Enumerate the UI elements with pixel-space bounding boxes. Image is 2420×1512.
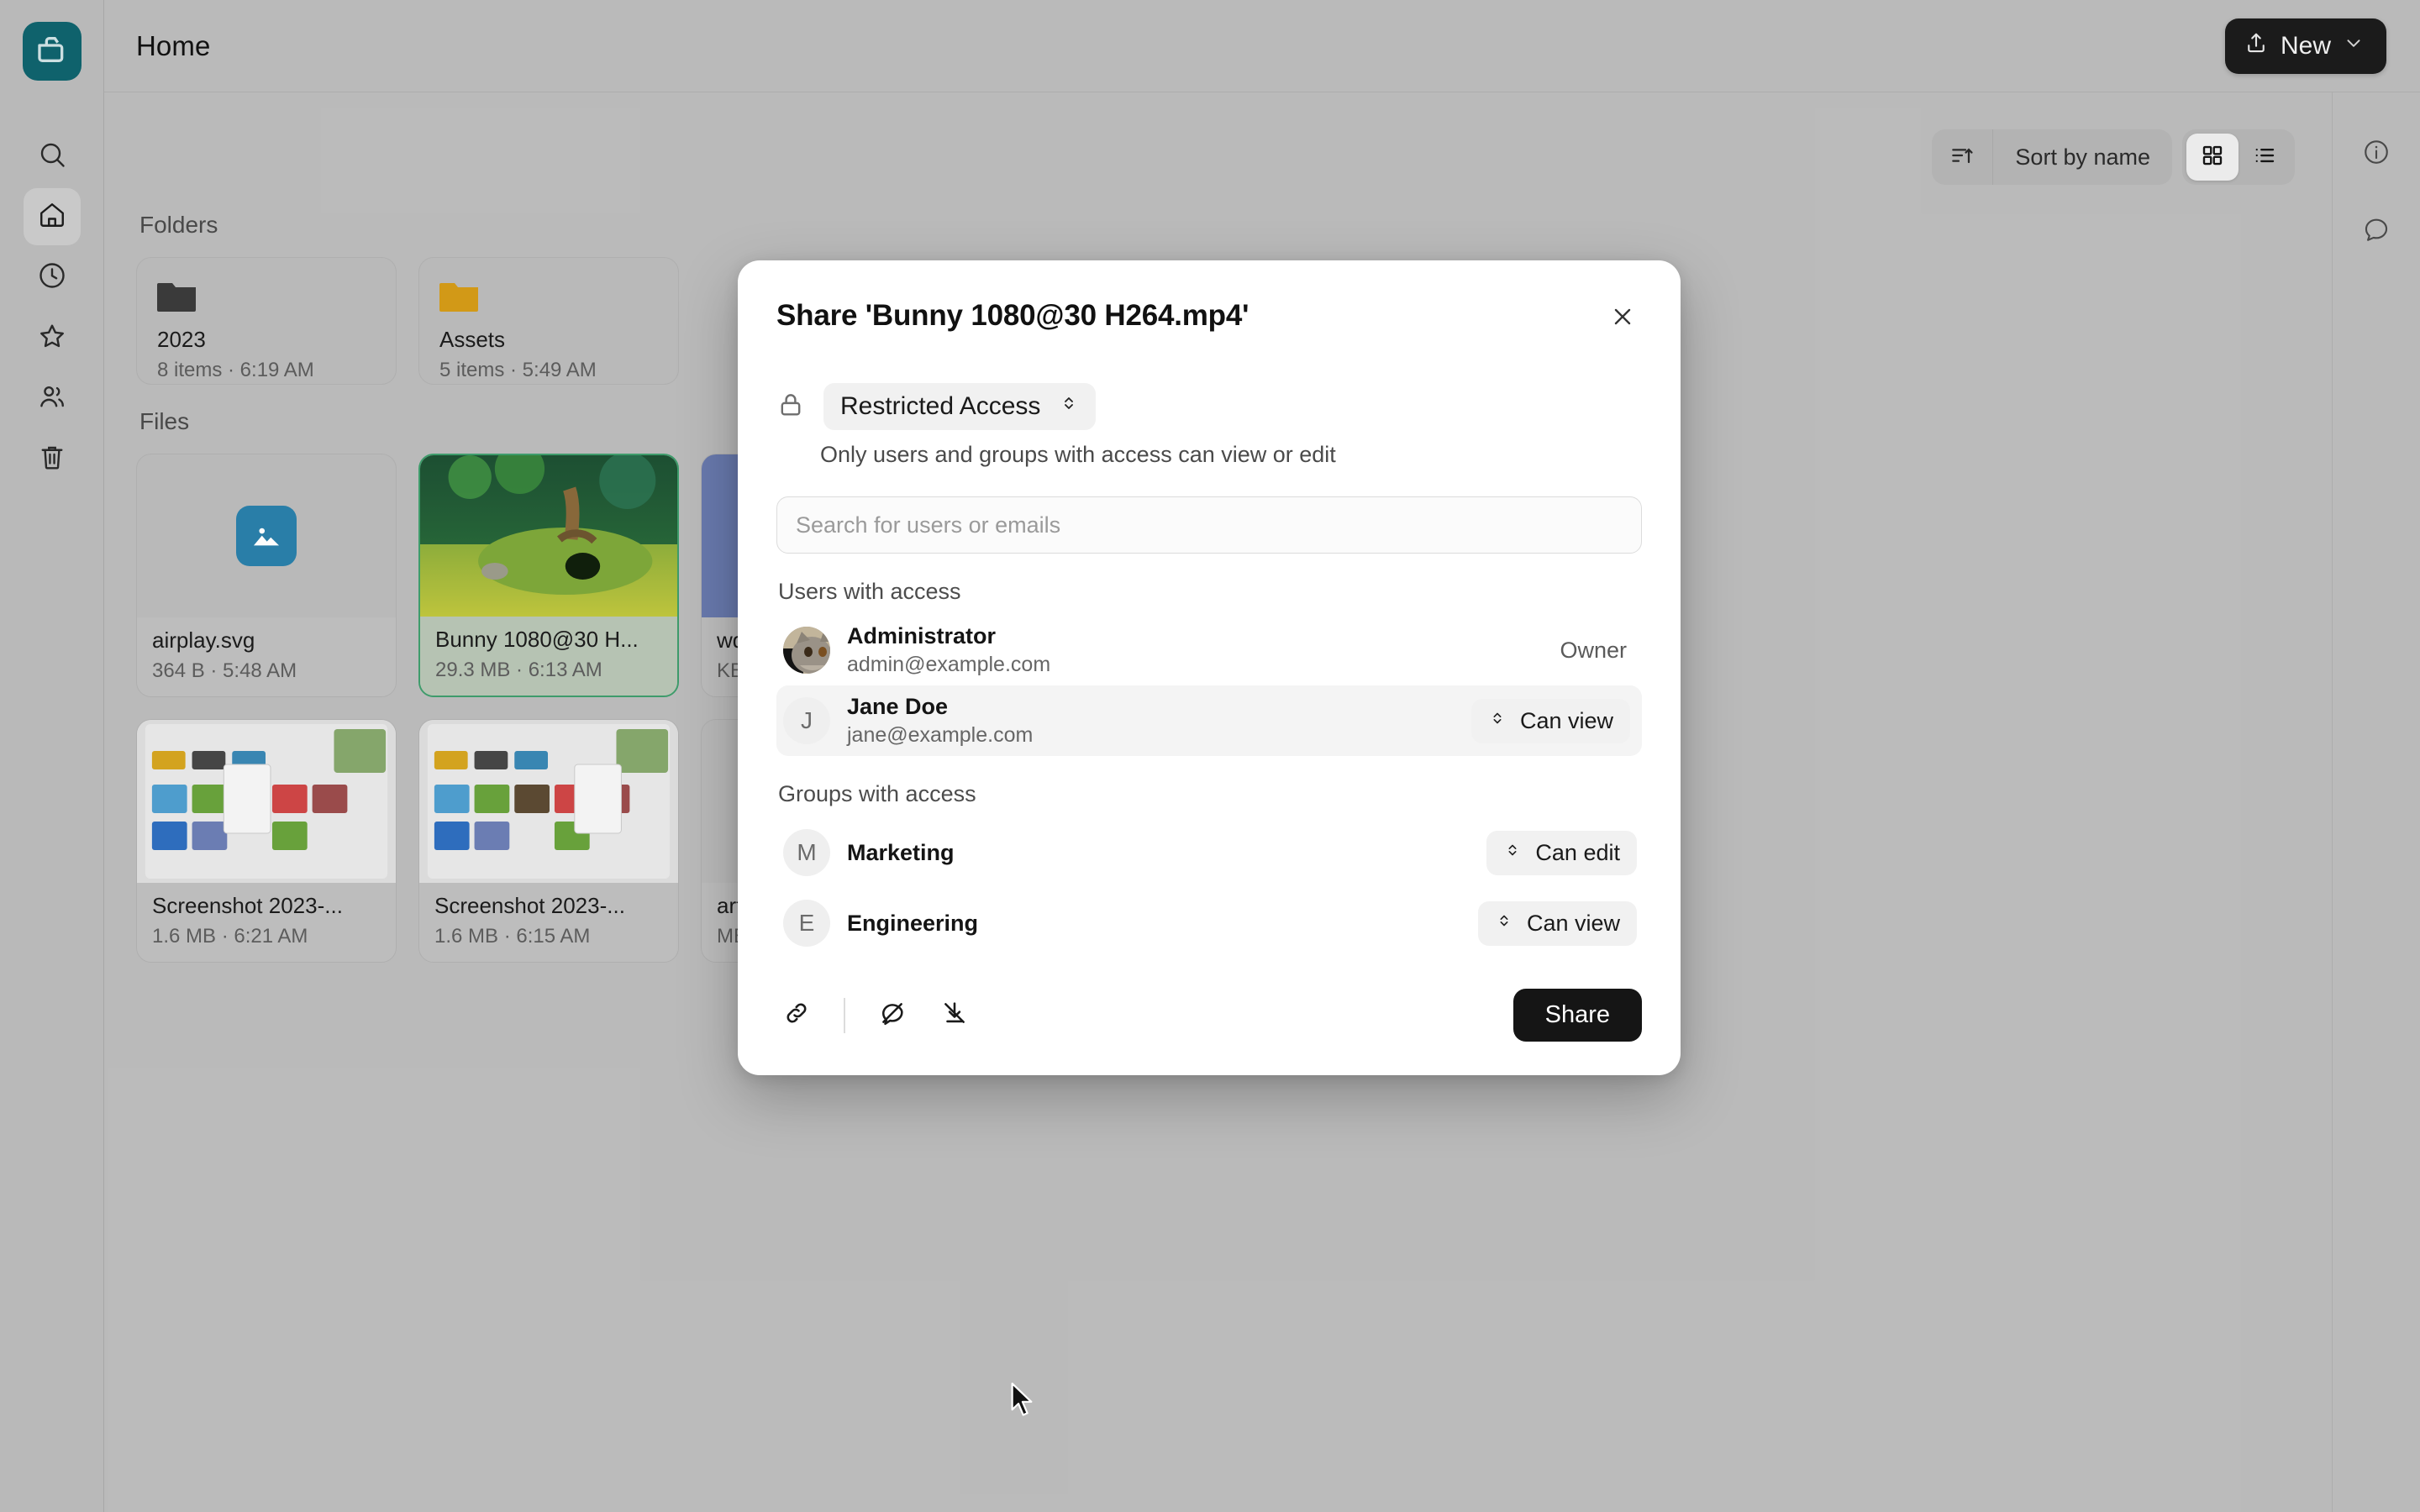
dialog-footer: Share: [776, 989, 1642, 1042]
avatar: [783, 627, 830, 674]
chevron-up-down-icon: [1495, 911, 1513, 937]
owner-label: Owner: [1560, 637, 1627, 663]
access-level-value: Restricted Access: [840, 392, 1041, 420]
user-access-row[interactable]: J Jane Doe jane@example.com Can view: [776, 685, 1642, 756]
access-description: Only users and groups with access can vi…: [820, 442, 1336, 467]
dialog-title: Share 'Bunny 1080@30 H264.mp4': [776, 299, 1249, 332]
access-level-select[interactable]: Restricted Access: [823, 383, 1097, 430]
avatar: J: [783, 697, 830, 744]
mouse-cursor: [1008, 1382, 1037, 1423]
user-name: Jane Doe: [847, 694, 949, 719]
group-identity: Marketing: [847, 840, 1486, 866]
lock-icon: [776, 391, 805, 423]
footer-actions: [776, 995, 975, 1036]
user-email: admin@example.com: [847, 653, 1051, 676]
permission-value: Can view: [1526, 910, 1620, 936]
comments-off-icon: [878, 999, 907, 1032]
copy-link-icon: [782, 999, 811, 1032]
chevron-up-down-icon: [1059, 392, 1079, 421]
user-identity: Jane Doe jane@example.com: [847, 694, 1471, 748]
permission-value: Can view: [1519, 707, 1613, 733]
group-identity: Engineering: [847, 911, 1478, 937]
user-name: Administrator: [847, 623, 997, 648]
group-access-row[interactable]: E Engineering Can view: [776, 888, 1642, 958]
user-identity: Administrator admin@example.com: [847, 623, 1560, 677]
chevron-up-down-icon: [1488, 708, 1507, 734]
permission-select[interactable]: Can edit: [1486, 830, 1637, 875]
avatar: E: [783, 900, 830, 947]
close-button[interactable]: [1603, 299, 1642, 338]
access-level-row: Restricted Access: [776, 383, 1642, 430]
user-email: jane@example.com: [847, 723, 1034, 747]
permission-value: Can edit: [1535, 839, 1620, 865]
share-button[interactable]: Share: [1512, 989, 1642, 1042]
avatar: M: [783, 829, 830, 876]
permission-select[interactable]: Can view: [1470, 698, 1630, 743]
permission-select[interactable]: Can view: [1477, 900, 1637, 946]
comments-off-button[interactable]: [872, 995, 913, 1036]
share-dialog: Share 'Bunny 1080@30 H264.mp4' Restricte…: [738, 260, 1681, 1075]
copy-link-button[interactable]: [776, 995, 817, 1036]
user-access-row[interactable]: Administrator admin@example.com Owner: [776, 615, 1642, 685]
dialog-header: Share 'Bunny 1080@30 H264.mp4': [776, 299, 1642, 338]
groups-with-access-heading: Groups with access: [778, 781, 976, 806]
users-with-access-heading: Users with access: [778, 579, 961, 604]
group-access-row[interactable]: M Marketing Can edit: [776, 817, 1642, 888]
footer-divider: [844, 997, 845, 1033]
download-off-icon: [940, 999, 969, 1032]
group-name: Marketing: [847, 839, 955, 865]
search-input[interactable]: [776, 496, 1642, 554]
close-icon: [1609, 303, 1636, 334]
chevron-up-down-icon: [1503, 840, 1522, 866]
file-manager-app: Home New Sort by name Folders 2023 8 ite…: [0, 0, 2420, 1512]
group-name: Engineering: [847, 910, 979, 936]
download-off-button[interactable]: [934, 995, 975, 1036]
